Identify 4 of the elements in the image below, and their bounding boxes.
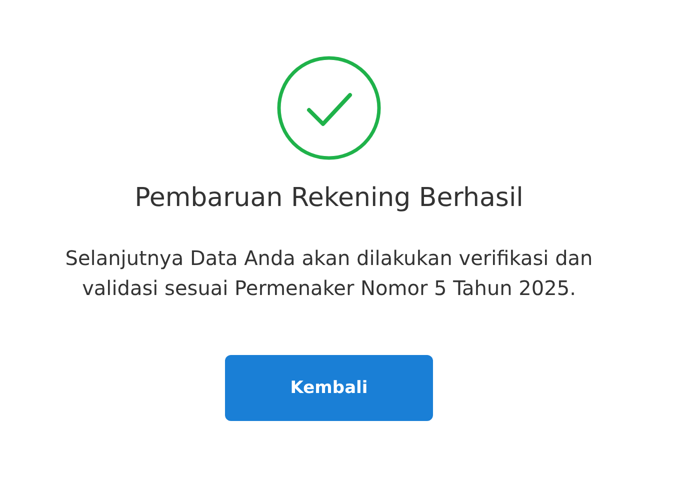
success-title: Pembaruan Rekening Berhasil: [134, 183, 524, 213]
check-circle-icon: [276, 55, 382, 161]
success-message: Selanjutnya Data Anda akan dilakukan verifikasi dan validasi sesuai Permenaker Nomor 5 Tahun 2025.: [64, 245, 594, 302]
back-button[interactable]: Kembali: [225, 355, 433, 421]
